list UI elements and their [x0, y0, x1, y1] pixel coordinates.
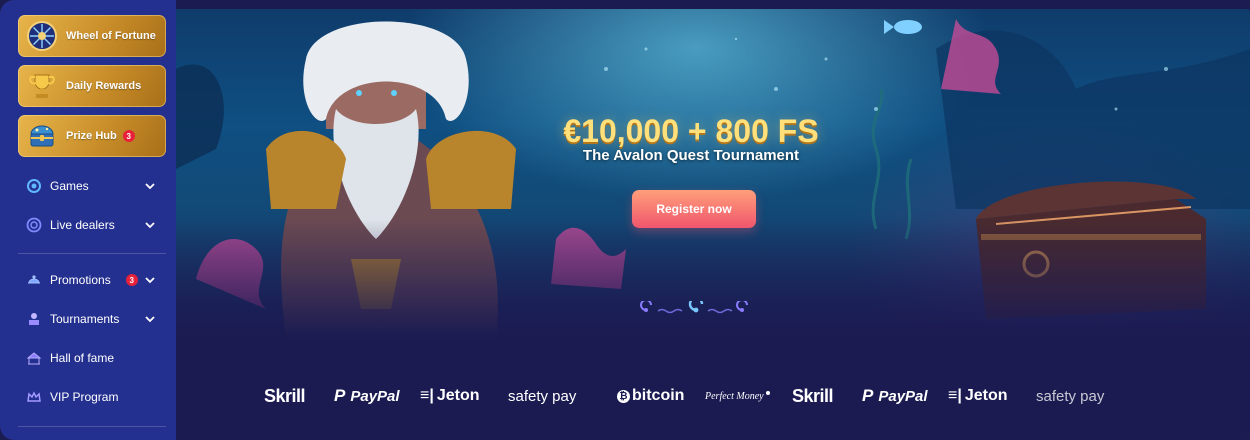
- wheel-of-fortune-label: Wheel of Fortune: [66, 30, 156, 42]
- sidebar-item-games[interactable]: Games: [26, 175, 166, 197]
- live-dealers-icon: [26, 217, 42, 233]
- fish-art: [884, 20, 922, 34]
- sidebar-item-vip-program[interactable]: VIP Program: [26, 386, 166, 408]
- payment-methods-strip: Skrill P PayPal ≡| Jeton safety pay ₿ bi…: [176, 372, 1250, 418]
- perfect-money-dot-icon: [765, 391, 770, 395]
- slide-dot-1[interactable]: [640, 301, 652, 312]
- skrill-logo: Skrill: [792, 385, 834, 406]
- hero-banner[interactable]: €10,000 + 800 FS The Avalon Quest Tourna…: [176, 9, 1250, 339]
- page: Wheel of Fortune Daily Rewards Prize Hub…: [0, 0, 1250, 440]
- paypal-icon: P: [862, 386, 874, 405]
- chevron-down-icon[interactable]: [144, 219, 156, 231]
- slide-dot-2-active[interactable]: [688, 301, 704, 313]
- sidebar-item-label: Tournaments: [50, 312, 120, 326]
- prize-hub-badge: 3: [122, 130, 135, 142]
- safetypay-logo: safety pay: [508, 387, 577, 405]
- games-icon: [26, 178, 42, 194]
- sidebar-item-label: Promotions: [50, 273, 111, 287]
- chevron-down-icon[interactable]: [144, 274, 156, 286]
- paypal-logo: P PayPal: [334, 386, 400, 405]
- chevron-down-icon[interactable]: [144, 180, 156, 192]
- slide-dot-3[interactable]: [736, 301, 748, 312]
- sidebar-item-label: Hall of fame: [50, 351, 115, 365]
- sidebar-item-promotions[interactable]: Promotions 3: [26, 269, 166, 291]
- sidebar-item-hall-of-fame[interactable]: Hall of fame: [26, 347, 166, 369]
- hero-fade: [176, 219, 1250, 339]
- bitcoin-icon: ₿: [617, 389, 630, 403]
- trophy-icon: [27, 71, 57, 101]
- jeton-icon: ≡|: [420, 387, 434, 404]
- wheel-of-fortune-card[interactable]: Wheel of Fortune: [18, 15, 166, 57]
- register-now-button[interactable]: Register now: [632, 190, 756, 228]
- sidebar-divider: [18, 253, 166, 254]
- jeton-logo: ≡| Jeton: [948, 387, 1008, 404]
- skrill-logo: Skrill: [264, 385, 306, 406]
- safetypay-logo: safety pay: [1036, 387, 1105, 405]
- daily-rewards-card[interactable]: Daily Rewards: [18, 65, 166, 107]
- sidebar-item-label: VIP Program: [50, 390, 119, 404]
- prize-hub-label: Prize Hub: [66, 130, 117, 142]
- sidebar-item-label: Live dealers: [50, 218, 115, 232]
- hero-subtitle: The Avalon Quest Tournament: [582, 147, 800, 164]
- treasure-chest-icon: [27, 121, 57, 151]
- sidebar-item-label: Games: [50, 179, 89, 193]
- jeton-logo: ≡| Jeton: [420, 387, 480, 404]
- slider-pagination: [640, 301, 748, 314]
- chevron-down-icon[interactable]: [144, 313, 156, 325]
- jeton-icon: ≡|: [948, 387, 962, 404]
- sidebar: Wheel of Fortune Daily Rewards Prize Hub…: [0, 0, 176, 440]
- bitcoin-logo: ₿ bitcoin: [617, 384, 684, 408]
- paypal-icon: P: [334, 386, 346, 405]
- prize-hub-card[interactable]: Prize Hub 3: [18, 115, 166, 157]
- sidebar-item-tournaments[interactable]: Tournaments: [26, 308, 166, 330]
- daily-rewards-label: Daily Rewards: [66, 80, 142, 92]
- sidebar-divider: [18, 426, 166, 427]
- hero-title: €10,000 + 800 FS: [563, 113, 819, 149]
- sidebar-item-live-dealers[interactable]: Live dealers: [26, 214, 166, 236]
- hall-of-fame-icon: [26, 350, 42, 366]
- crown-icon: [26, 389, 42, 405]
- wheel-of-fortune-icon: [27, 21, 57, 51]
- promotions-badge: 3: [125, 274, 138, 286]
- perfect-money-logo: Perfect Money: [705, 384, 770, 408]
- tournaments-icon: [26, 311, 42, 327]
- paypal-logo: P PayPal: [862, 386, 928, 405]
- promotions-icon: [26, 272, 42, 288]
